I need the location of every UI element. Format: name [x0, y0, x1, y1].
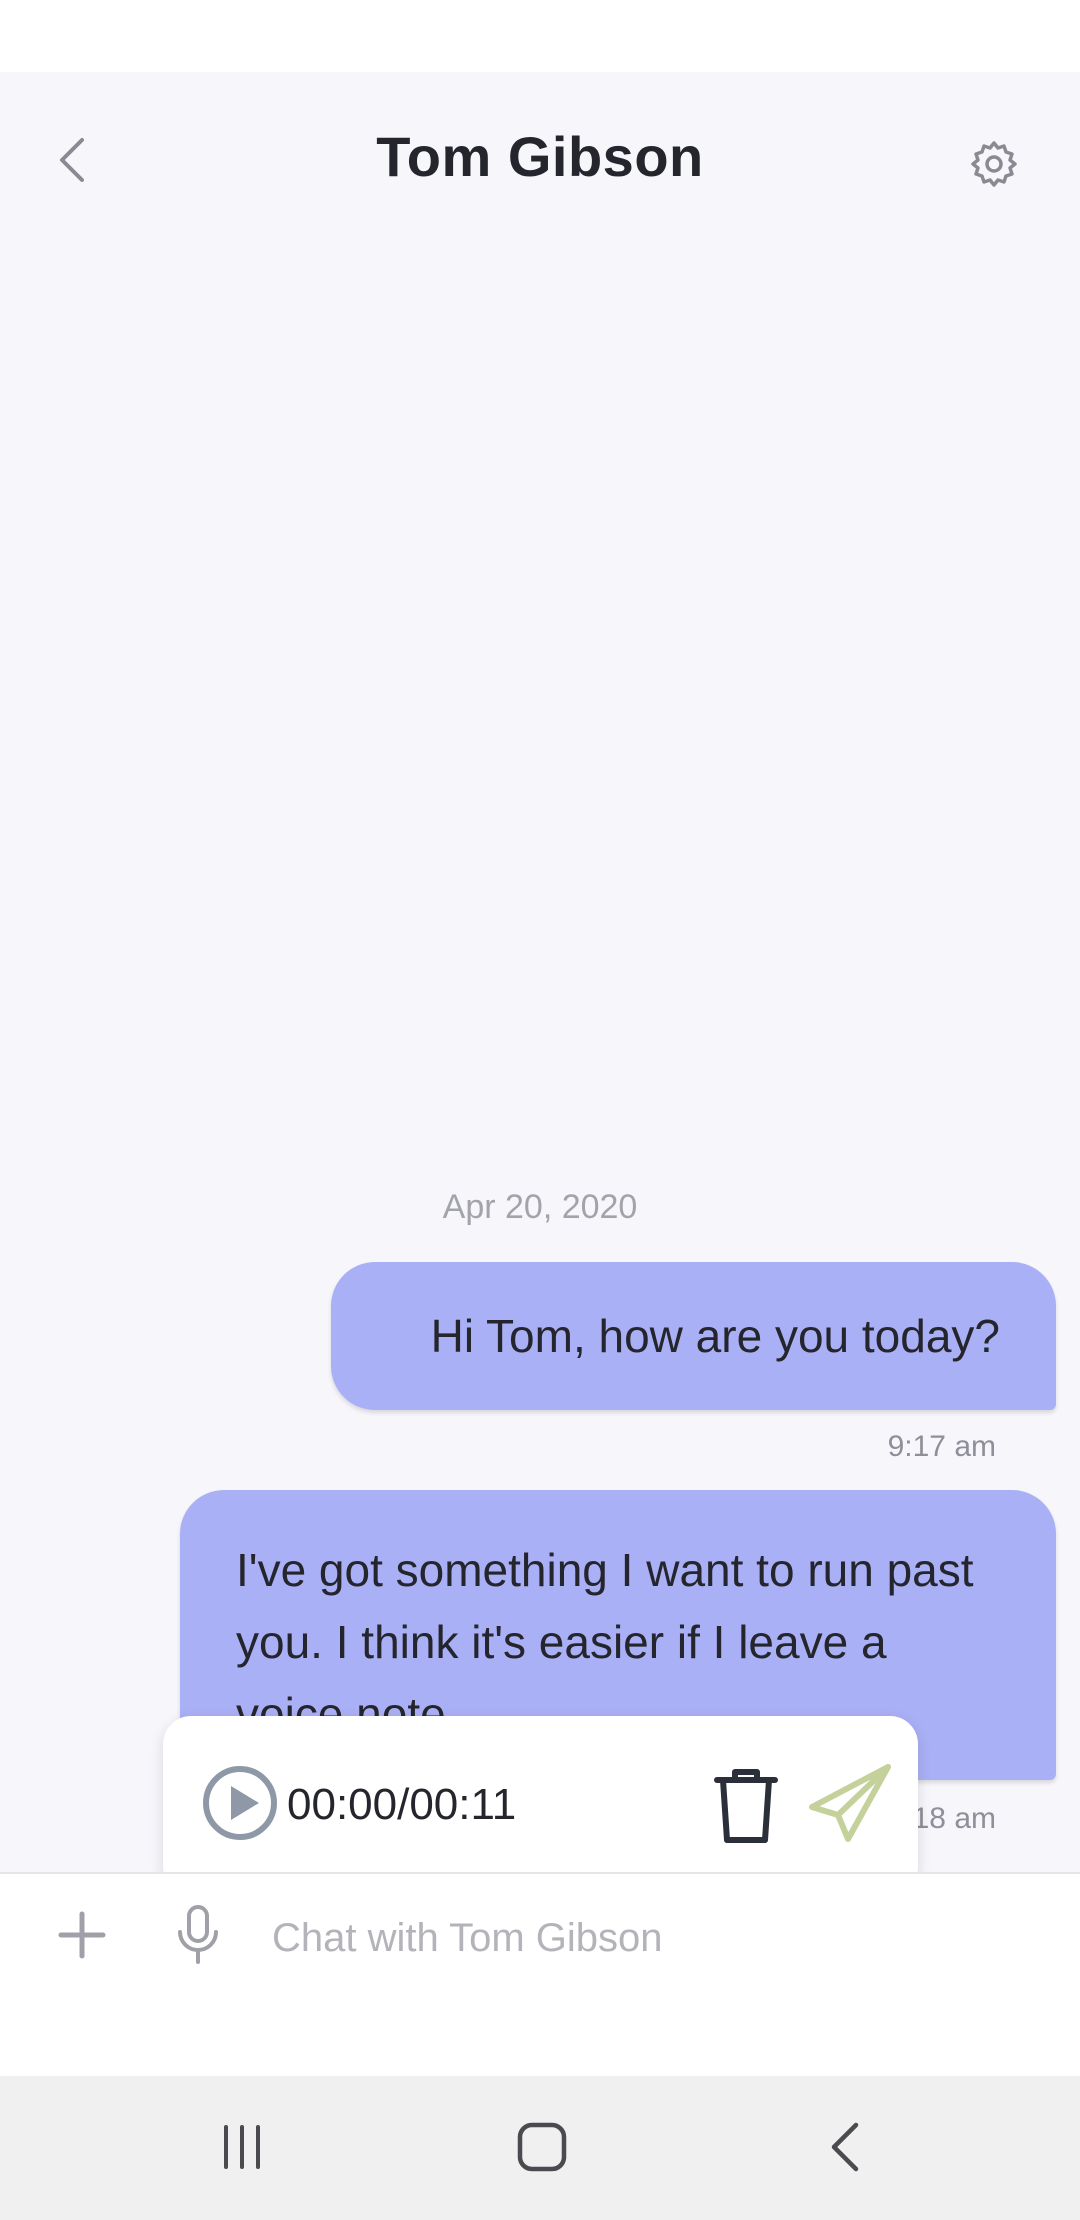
message-timestamp: 9:17 am: [887, 1430, 996, 1463]
voice-note-panel: 00:00/00:11: [163, 1716, 918, 1894]
microphone-icon: [175, 1904, 221, 1971]
play-circle-icon: [201, 1764, 279, 1847]
message-composer: [0, 1872, 1080, 2000]
send-voice-note-button[interactable]: [806, 1760, 896, 1850]
recent-apps-button[interactable]: [202, 2114, 282, 2184]
system-back-button[interactable]: [806, 2114, 886, 2184]
settings-button[interactable]: [966, 138, 1022, 194]
paper-plane-icon: [808, 1763, 894, 1848]
plus-icon: [57, 1910, 107, 1965]
record-voice-button[interactable]: [168, 1904, 228, 1970]
gear-icon: [969, 139, 1019, 194]
message-text: Hi Tom, how are you today?: [430, 1310, 1000, 1362]
voice-note-timer: 00:00/00:11: [287, 1780, 517, 1829]
back-icon: [828, 2121, 864, 2178]
home-icon: [516, 2121, 568, 2178]
chat-input[interactable]: [272, 1894, 1032, 1982]
status-bar: [0, 0, 1080, 72]
system-navigation-bar: [0, 2076, 1080, 2220]
message-text: I've got something I want to run past yo…: [236, 1544, 974, 1740]
chat-screen: Tom Gibson Apr 20, 2020 Hi Tom, how are …: [0, 72, 1080, 1944]
message-bubble[interactable]: Hi Tom, how are you today?: [331, 1262, 1056, 1410]
add-attachment-button[interactable]: [52, 1904, 112, 1970]
date-separator: Apr 20, 2020: [442, 1188, 638, 1226]
page-title: Tom Gibson: [376, 125, 704, 188]
recent-apps-icon: [218, 2123, 266, 2176]
delete-voice-note-button[interactable]: [708, 1766, 784, 1850]
play-button[interactable]: [201, 1764, 279, 1847]
home-button[interactable]: [502, 2114, 582, 2184]
trash-icon: [711, 1766, 781, 1851]
chat-header: Tom Gibson: [0, 72, 1080, 252]
